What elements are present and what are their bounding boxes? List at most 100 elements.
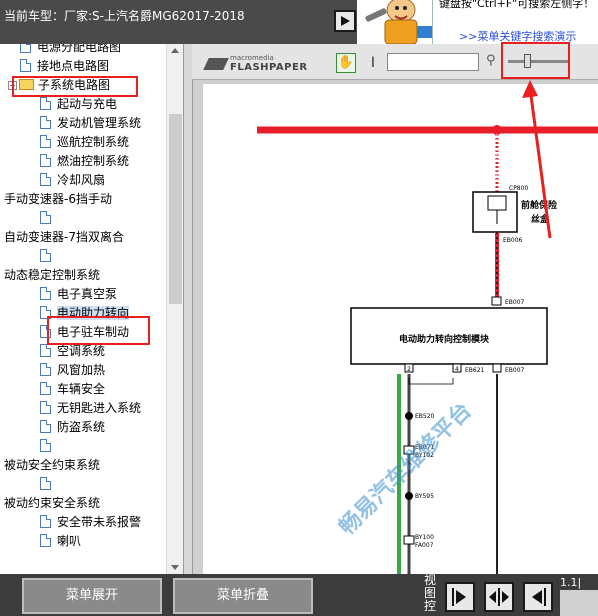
tree-item-label: 空调系统	[57, 344, 106, 358]
flashpaper-mark-icon	[203, 58, 229, 70]
doc-icon	[40, 344, 51, 357]
watermark-text: 畅易汽车维修平台	[334, 397, 477, 540]
tree-item-label: 手动变速器-6挡手动	[4, 192, 112, 206]
tree-item[interactable]: 电子真空泵	[40, 285, 117, 304]
tree-item[interactable]: 被动约束安全系统	[4, 494, 100, 513]
doc-icon	[40, 211, 51, 224]
highlight-subsystem	[12, 76, 138, 97]
wire-id-6: FA007	[415, 542, 434, 549]
module-pin-ground	[492, 363, 502, 373]
highlight-eps	[47, 316, 150, 345]
doc-icon	[40, 439, 51, 452]
doc-icon	[40, 515, 51, 528]
search-tip-text: 键盘按"Ctrl+F"可搜索左侧字！	[439, 0, 595, 10]
module-label: 电动助力转向控制模块	[399, 333, 490, 345]
doc-icon	[40, 173, 51, 186]
tree-item-label: 防盗系统	[57, 420, 106, 434]
tree-item[interactable]: 起动与充电	[40, 95, 117, 114]
text-cursor-icon: I	[370, 55, 376, 71]
tree-item[interactable]: 无钥匙进入系统	[40, 399, 141, 418]
fit-width-icon	[489, 588, 509, 606]
tree-item[interactable]: 巡航控制系统	[40, 133, 129, 152]
doc-icon	[40, 477, 51, 490]
tree-item-label: 无钥匙进入系统	[57, 401, 142, 415]
view-prev-button[interactable]	[523, 582, 553, 612]
annotation-arrow	[522, 80, 552, 239]
doc-icon	[40, 287, 51, 300]
forward-button[interactable]	[334, 10, 356, 32]
doc-icon	[40, 420, 51, 433]
doc-icon	[40, 97, 51, 110]
tree-item-label: 车辆安全	[57, 382, 106, 396]
magnifier-icon[interactable]: ⚲	[486, 53, 496, 68]
tree-scrollbar[interactable]	[166, 44, 183, 574]
tree-item[interactable]	[40, 247, 57, 266]
view-next-button[interactable]	[445, 582, 475, 612]
doc-icon	[40, 249, 51, 262]
tree-scroll-thumb[interactable]	[169, 114, 182, 304]
header-bar: 当前车型：厂家:S-上汽名爵MG62017-2018 键盘按"Ctrl+F"可搜…	[0, 0, 598, 44]
helper-illustration	[357, 0, 437, 44]
logo-small-text: macromedia	[230, 54, 274, 62]
doc-icon	[40, 382, 51, 395]
scroll-down-icon[interactable]	[171, 565, 179, 570]
wire-id-4: BY595	[415, 493, 434, 500]
text-select-button[interactable]: I	[366, 53, 380, 73]
tree-item[interactable]: 接地点电路图	[20, 57, 109, 76]
tree-item[interactable]: 风窗加热	[40, 361, 105, 380]
hand-tool-button[interactable]: ✋	[336, 53, 356, 73]
tree-item-label: 动态稳定控制系统	[4, 268, 101, 282]
wire-id-5: BY100	[415, 534, 434, 541]
page-count: 1.1|	[560, 576, 582, 589]
view-fit-button[interactable]	[484, 582, 514, 612]
expand-menu-button[interactable]: 菜单展开	[22, 578, 162, 614]
arrow-left-icon	[532, 588, 546, 606]
module-pin-left-number: 2	[407, 366, 411, 373]
tree-item-label: 安全带未系报警	[57, 515, 142, 529]
scroll-up-icon[interactable]	[171, 48, 179, 53]
corner-panel	[560, 590, 598, 616]
module-conn-left: EB621	[465, 367, 485, 374]
wire-id-1: EB520	[415, 413, 435, 420]
tree-item-label: 被动约束安全系统	[4, 496, 101, 510]
tree-item[interactable]: 车辆安全	[40, 380, 105, 399]
tree-item[interactable]: 防盗系统	[40, 418, 105, 437]
tree-item[interactable]: 喇叭	[40, 532, 81, 551]
tree-item[interactable]: 发动机管理系统	[40, 114, 141, 133]
module-pin-top	[491, 296, 502, 306]
tree-item[interactable]	[40, 209, 57, 228]
tree-item-label: 巡航控制系统	[57, 135, 130, 149]
tree-item-label: 接地点电路图	[37, 59, 110, 73]
tree-item[interactable]: 动态稳定控制系统	[4, 266, 100, 285]
inline-connector-2	[403, 535, 415, 545]
tree-item[interactable]: 被动安全约束系统	[4, 456, 100, 475]
tree-item[interactable]: 手动变速器-6挡手动	[4, 190, 112, 209]
tree-item-label: 电子真空泵	[57, 287, 118, 301]
tree-item-label: 被动安全约束系统	[4, 458, 101, 472]
tree-item[interactable]: 冷却风扇	[40, 171, 105, 190]
tree-item[interactable]: 自动变速器-7挡双离合	[4, 228, 124, 247]
doc-icon	[40, 154, 51, 167]
collapse-menu-button[interactable]: 菜单折叠	[173, 578, 313, 614]
tree-item-label: 发动机管理系统	[57, 116, 142, 130]
tree-item[interactable]: 安全带未系报警	[40, 513, 141, 532]
tree-item-label: 喇叭	[57, 534, 82, 548]
twisted-pair-bracket	[408, 378, 454, 385]
flashpaper-logo: macromedia FLASHPAPER	[202, 52, 307, 74]
tree-item[interactable]	[40, 437, 57, 456]
vehicle-label: 当前车型：厂家:S-上汽名爵MG62017-2018	[4, 9, 245, 23]
tree-item[interactable]: 电源分配电路图	[20, 44, 121, 57]
doc-icon	[40, 534, 51, 547]
logo-big-text: FLASHPAPER	[230, 62, 308, 73]
tree-item-label: 电源分配电路图	[37, 44, 122, 54]
find-input[interactable]	[387, 53, 479, 71]
search-tip-panel: 键盘按"Ctrl+F"可搜索左侧字！ >>菜单关键字搜索演示	[432, 0, 598, 44]
play-icon	[341, 16, 350, 26]
doc-icon	[40, 401, 51, 414]
view-control-label: 视图控	[424, 573, 437, 613]
arrow-right-icon	[452, 588, 466, 606]
doc-icon	[20, 59, 31, 72]
tree-item[interactable]: 燃油控制系统	[40, 152, 129, 171]
splice-1	[405, 412, 413, 420]
tree-item[interactable]	[40, 475, 57, 494]
